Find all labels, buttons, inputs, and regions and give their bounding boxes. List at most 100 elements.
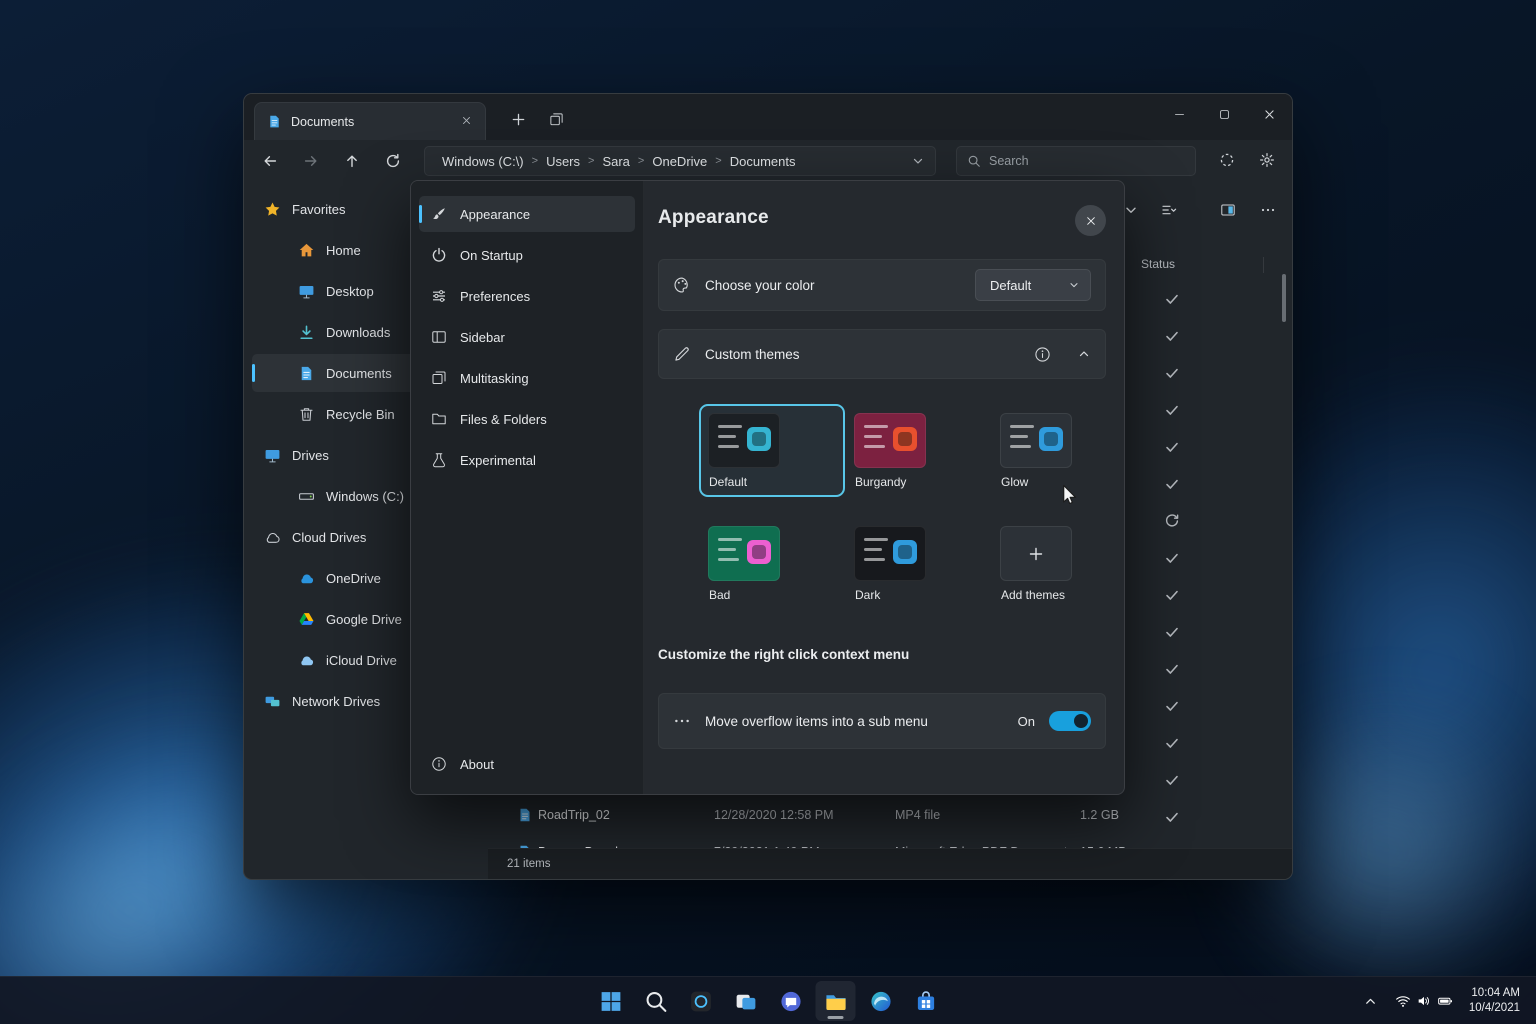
taskbar-start-button[interactable]: [591, 981, 631, 1021]
sync-status-button[interactable]: [1212, 145, 1242, 175]
taskbar-chat-button[interactable]: [771, 981, 811, 1021]
brush-icon: [431, 206, 447, 222]
theme-preview: [1000, 413, 1072, 468]
close-icon: [1085, 215, 1097, 227]
plus-icon: [1028, 546, 1044, 562]
dialog-close-button[interactable]: [1075, 205, 1106, 236]
minimize-button[interactable]: [1157, 94, 1202, 134]
settings-title: Appearance: [658, 207, 769, 229]
duplicate-tab-button[interactable]: [544, 107, 568, 131]
sidebar-item-label: Cloud Drives: [292, 530, 366, 545]
sliders-icon: [431, 288, 447, 304]
settings-nav-experimental[interactable]: Experimental: [419, 442, 635, 478]
cloud-icon: [264, 529, 281, 546]
pencil-icon: [673, 345, 691, 363]
settings-nav-files-folders[interactable]: Files & Folders: [419, 401, 635, 437]
taskbar-store-button[interactable]: [906, 981, 946, 1021]
add-theme-tile[interactable]: [1000, 526, 1072, 581]
tab-documents[interactable]: Documents: [254, 102, 486, 140]
breadcrumb-item-sara[interactable]: Sara: [597, 152, 634, 171]
forward-button[interactable]: [295, 145, 327, 177]
settings-nav-preferences[interactable]: Preferences: [419, 278, 635, 314]
file-row-banana-bread[interactable]: Banana Bread7/29/2021 1:49 PMMicrosoft E…: [488, 835, 1276, 848]
search-box[interactable]: [956, 146, 1196, 176]
clock[interactable]: 10:04 AM 10/4/2021: [1463, 986, 1528, 1016]
tab-close-button[interactable]: [457, 113, 475, 131]
sidebar-item-label: Recycle Bin: [326, 407, 395, 422]
quick-settings-button[interactable]: [1387, 981, 1461, 1021]
new-tab-button[interactable]: [506, 107, 530, 131]
status-bar: 21 items: [488, 848, 1292, 879]
gear-icon: [1259, 152, 1275, 168]
sidebar-item-label: Downloads: [326, 325, 390, 340]
maximize-button[interactable]: [1202, 94, 1247, 134]
settings-nav-sidebar[interactable]: Sidebar: [419, 319, 635, 355]
cortana-icon: [688, 989, 713, 1014]
preview-pane-button[interactable]: [1214, 196, 1242, 224]
settings-button[interactable]: [1252, 145, 1282, 175]
info-icon[interactable]: [1034, 346, 1051, 363]
theme-burgandy[interactable]: Burgandy: [845, 404, 991, 497]
breadcrumb-item-onedrive[interactable]: OneDrive: [647, 152, 712, 171]
group-by-button[interactable]: [1155, 196, 1183, 224]
taskbar-file-explorer-button[interactable]: [816, 981, 856, 1021]
scrollbar-thumb[interactable]: [1282, 274, 1286, 322]
settings-nav-on-startup[interactable]: On Startup: [419, 237, 635, 273]
tray-overflow-button[interactable]: [1357, 981, 1385, 1021]
taskbar: 10:04 AM 10/4/2021: [0, 976, 1536, 1024]
close-window-button[interactable]: [1247, 94, 1292, 134]
onedrive-icon: [298, 570, 315, 587]
settings-nav-multitasking[interactable]: Multitasking: [419, 360, 635, 396]
chevron-up-icon[interactable]: [1077, 347, 1091, 361]
toggle-knob: [1074, 714, 1088, 728]
settings-nav-about[interactable]: About: [419, 746, 635, 782]
choose-color-label: Choose your color: [705, 278, 815, 293]
sidebar-item-label: Drives: [292, 448, 329, 463]
taskbar-cortana-button[interactable]: [681, 981, 721, 1021]
custom-themes-header[interactable]: Custom themes: [658, 329, 1106, 379]
back-button[interactable]: [254, 145, 286, 177]
up-button[interactable]: [336, 145, 368, 177]
document-icon: [298, 365, 315, 382]
tab-document-icon: [267, 114, 282, 129]
theme-default[interactable]: Default: [699, 404, 845, 497]
add-theme-button[interactable]: Add themes: [991, 517, 1125, 610]
flask-icon: [431, 452, 447, 468]
active-app-indicator: [828, 1016, 844, 1019]
check-status-icon: [1164, 624, 1180, 640]
overflow-toggle[interactable]: [1049, 711, 1091, 731]
breadcrumb-item-users[interactable]: Users: [541, 152, 585, 171]
settings-nav: Appearance On Startup Preferences Sidebar Mu…: [411, 181, 644, 794]
chevron-down-icon[interactable]: [911, 154, 925, 168]
battery-icon: [1437, 993, 1453, 1009]
check-status-icon: [1164, 550, 1180, 566]
vertical-scrollbar[interactable]: [1282, 254, 1287, 834]
tab-title: Documents: [291, 115, 354, 129]
settings-nav-label: Files & Folders: [460, 412, 547, 427]
theme-preview: [708, 413, 780, 468]
file-row-roadtrip-02[interactable]: RoadTrip_0212/28/2020 12:58 PMMP4 file1.…: [488, 798, 1276, 834]
breadcrumb-item-documents[interactable]: Documents: [725, 152, 801, 171]
color-dropdown[interactable]: Default: [975, 269, 1091, 301]
theme-bad[interactable]: Bad: [699, 517, 845, 610]
search-input[interactable]: [989, 154, 1185, 168]
theme-dark[interactable]: Dark: [845, 517, 991, 610]
more-options-button[interactable]: [1254, 196, 1282, 224]
star-icon: [264, 201, 281, 218]
settings-nav-appearance[interactable]: Appearance: [419, 196, 635, 232]
icloud-icon: [298, 652, 315, 669]
taskbar-edge-button[interactable]: [861, 981, 901, 1021]
taskbar-search-button[interactable]: [636, 981, 676, 1021]
status-column-header[interactable]: Status: [1141, 257, 1175, 271]
sidebar-item-label: Network Drives: [292, 694, 380, 709]
settings-nav-label: Multitasking: [460, 371, 529, 386]
taskbar-task-view-button[interactable]: [726, 981, 766, 1021]
sidebar-item-label: Documents: [326, 366, 392, 381]
breadcrumb-separator: >: [529, 155, 541, 167]
address-bar[interactable]: Windows (C:\)>Users>Sara>OneDrive>Docume…: [424, 146, 936, 176]
theme-glow[interactable]: Glow: [991, 404, 1125, 497]
file-name: RoadTrip_02: [538, 808, 610, 822]
check-status-icon: [1164, 402, 1180, 418]
refresh-button[interactable]: [377, 145, 409, 177]
breadcrumb-item-windows-c[interactable]: Windows (C:\): [437, 152, 529, 171]
